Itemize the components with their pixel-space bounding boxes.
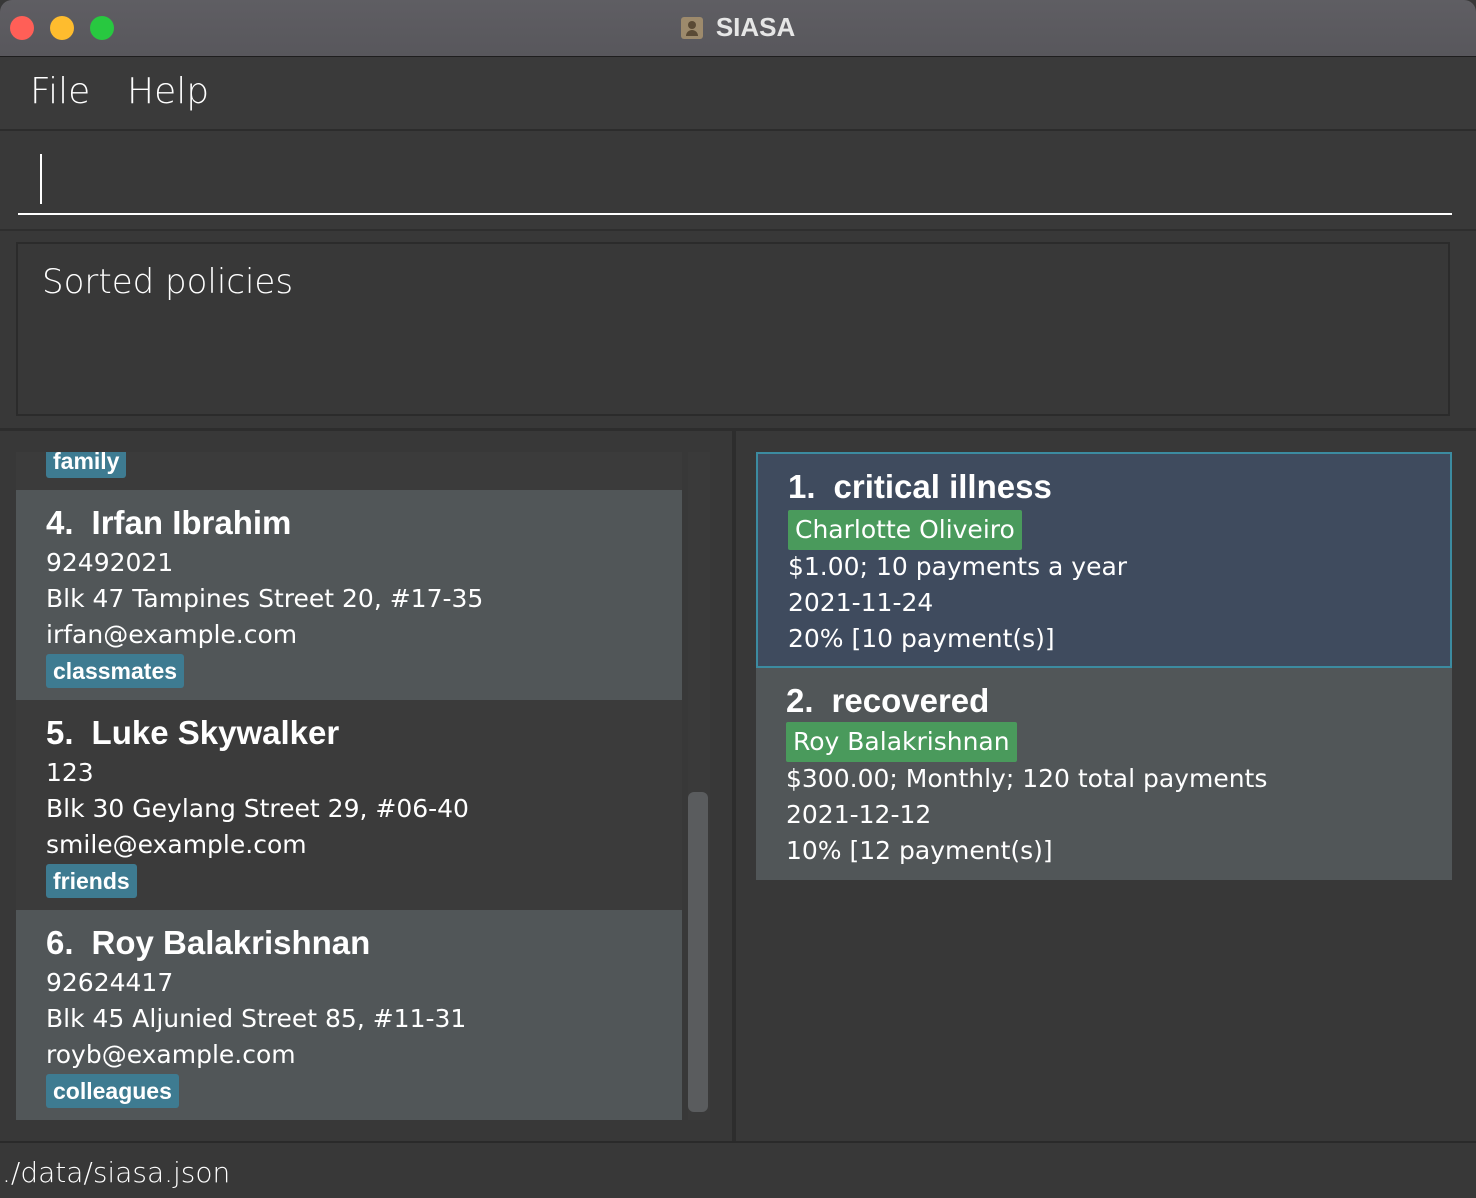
- person-email: irfan@example.com: [46, 620, 298, 649]
- person-card-partial[interactable]: family: [16, 452, 682, 490]
- person-tag: colleagues: [46, 1074, 179, 1108]
- window-title-wrap: SIASA: [0, 12, 1476, 43]
- policy-payment: $300.00; Monthly; 120 total payments: [786, 764, 1268, 793]
- person-name-text: Roy Balakrishnan: [91, 924, 371, 961]
- person-tag: classmates: [46, 654, 185, 688]
- policy-card[interactable]: 2. recovered Roy Balakrishnan $300.00; Mo…: [756, 668, 1452, 880]
- person-phone: 92492021: [46, 548, 174, 577]
- person-tag: friends: [46, 864, 137, 898]
- person-card[interactable]: 6. Roy Balakrishnan 92624417 Blk 45 Aljun…: [16, 910, 682, 1120]
- policy-index: 1.: [788, 468, 816, 505]
- menu-bar: File Help: [0, 57, 1476, 131]
- text-caret: [40, 154, 42, 204]
- person-phone: 123: [46, 758, 94, 787]
- person-name: 5. Luke Skywalker: [46, 714, 339, 752]
- policy-title-text: recovered: [831, 682, 990, 719]
- person-index: 4.: [46, 504, 74, 541]
- person-phone: 92624417: [46, 968, 174, 997]
- person-address: Blk 30 Geylang Street 29, #06-40: [46, 794, 469, 823]
- result-message: Sorted policies: [42, 262, 294, 302]
- policy-expiry: 2021-12-12: [786, 800, 932, 829]
- person-email: smile@example.com: [46, 830, 307, 859]
- command-input[interactable]: [18, 149, 1452, 215]
- person-name-text: Irfan Ibrahim: [91, 504, 292, 541]
- menu-file[interactable]: File: [30, 71, 90, 112]
- window-title: SIASA: [715, 12, 796, 42]
- policy-owner: Roy Balakrishnan: [786, 722, 1017, 762]
- result-display: Sorted policies: [16, 242, 1450, 416]
- person-name: 4. Irfan Ibrahim: [46, 504, 291, 542]
- policy-card-selected[interactable]: 1. critical illness Charlotte Oliveiro $1…: [756, 452, 1452, 668]
- person-tag: family: [46, 452, 127, 478]
- person-list-scrollbar-thumb[interactable]: [688, 792, 708, 1112]
- policy-commission: 20% [10 payment(s)]: [788, 624, 1055, 653]
- policy-title-text: critical illness: [833, 468, 1052, 505]
- policy-index: 2.: [786, 682, 814, 719]
- person-address: Blk 45 Aljunied Street 85, #11-31: [46, 1004, 467, 1033]
- data-file-path: ./data/siasa.json: [2, 1156, 231, 1189]
- addressbook-icon: [680, 16, 703, 39]
- person-email: royb@example.com: [46, 1040, 296, 1069]
- vertical-divider[interactable]: [732, 431, 736, 1141]
- menu-help[interactable]: Help: [127, 71, 209, 112]
- command-box: [0, 131, 1476, 231]
- title-bar: SIASA: [0, 0, 1476, 57]
- person-card[interactable]: 5. Luke Skywalker 123 Blk 30 Geylang Stre…: [16, 700, 682, 910]
- status-bar: ./data/siasa.json: [0, 1141, 1476, 1198]
- policy-list[interactable]: 1. critical illness Charlotte Oliveiro $1…: [756, 452, 1452, 1132]
- policy-title: 2. recovered: [786, 682, 989, 720]
- person-list[interactable]: family 4. Irfan Ibrahim 92492021 Blk 47 T…: [16, 452, 682, 1120]
- policy-expiry: 2021-11-24: [788, 588, 934, 617]
- policy-owner: Charlotte Oliveiro: [788, 510, 1022, 550]
- person-index: 6.: [46, 924, 74, 961]
- policy-title: 1. critical illness: [788, 468, 1052, 506]
- person-index: 5.: [46, 714, 74, 751]
- person-name: 6. Roy Balakrishnan: [46, 924, 370, 962]
- policy-commission: 10% [12 payment(s)]: [786, 836, 1053, 865]
- person-name-text: Luke Skywalker: [91, 714, 340, 751]
- person-address: Blk 47 Tampines Street 20, #17-35: [46, 584, 484, 613]
- app-window: SIASA File Help Sorted policies family 4…: [0, 0, 1476, 1198]
- person-card[interactable]: 4. Irfan Ibrahim 92492021 Blk 47 Tampines…: [16, 490, 682, 700]
- policy-payment: $1.00; 10 payments a year: [788, 552, 1128, 581]
- horizontal-divider: [0, 428, 1476, 431]
